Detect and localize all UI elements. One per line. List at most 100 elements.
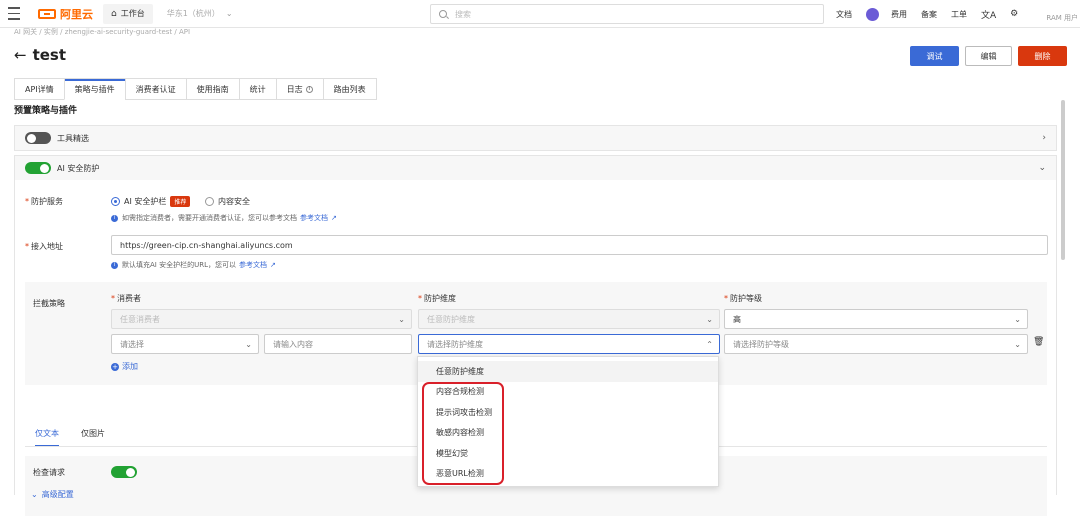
dropdown-option[interactable]: 任意防护维度: [418, 361, 718, 382]
ai-security-panel-label: AI 安全防护: [57, 163, 100, 173]
info-icon: i: [111, 261, 118, 269]
delete-button[interactable]: 删除: [1018, 46, 1067, 66]
back-arrow-icon[interactable]: ←: [14, 46, 27, 64]
search-placeholder: 搜索: [455, 9, 471, 19]
radio-content-security[interactable]: 内容安全: [205, 196, 250, 207]
account-type: RAM 用户: [1046, 14, 1078, 22]
breadcrumb[interactable]: AI 网关 / 实例 / zhengjie-ai-security-guard-…: [14, 27, 190, 37]
tab-usage-guide[interactable]: 使用指南: [185, 78, 239, 100]
workbench-button[interactable]: ⌂ 工作台: [103, 3, 153, 24]
default-level-select[interactable]: 高 ⌄: [724, 309, 1028, 329]
tools-panel-header[interactable]: 工具精选 ›: [15, 126, 1056, 150]
nav-docs[interactable]: 文档: [836, 9, 852, 20]
tools-panel: 工具精选 ›: [14, 125, 1057, 151]
debug-button[interactable]: 调试: [910, 46, 959, 66]
required-mark: *: [25, 197, 29, 206]
radio-ai-guardrail-label: AI 安全护栏: [124, 197, 167, 206]
section-title: 预置策略与插件: [14, 106, 78, 116]
chevron-down-icon: ⌄: [1014, 314, 1021, 324]
chevron-down-icon: ⌄: [225, 9, 233, 18]
account-menu[interactable]: RAM 用户: [1020, 3, 1080, 25]
edit-button[interactable]: 编辑: [965, 46, 1012, 66]
workbench-label: 工作台: [120, 9, 145, 18]
add-rule-label: 添加: [122, 362, 138, 371]
consumer-content-input[interactable]: 请输入内容: [264, 334, 412, 354]
interception-label: 拦截策略: [33, 299, 65, 308]
tab-policies-plugins[interactable]: 策略与插件: [63, 78, 125, 100]
top-nav: 文档 费用 备案 工单 文A ⚙: [836, 0, 1032, 28]
column-level: * 防护等级: [724, 293, 762, 304]
required-mark: *: [25, 242, 29, 251]
default-dimension-value: 任意防护维度: [427, 314, 475, 324]
tab-logs[interactable]: 日志 i: [275, 78, 323, 100]
advanced-config-label: 高级配置: [41, 490, 74, 499]
content-type-tabs: 仅文本 仅图片: [35, 428, 127, 447]
aliyun-logo-icon: [38, 8, 56, 19]
default-consumer-value: 任意消费者: [120, 314, 160, 324]
consumer-select-placeholder: 请选择: [120, 339, 144, 349]
recommended-badge: 推荐: [170, 196, 191, 207]
protection-service-label: * 防护服务: [25, 196, 63, 207]
nav-ticket[interactable]: 工单: [951, 9, 967, 20]
chevron-down-icon: ⌄: [31, 490, 38, 499]
tab-route-list[interactable]: 路由列表: [322, 78, 377, 100]
default-level-value: 高: [733, 314, 741, 324]
assistant-icon[interactable]: [866, 7, 879, 21]
translate-icon[interactable]: 文A: [981, 8, 996, 21]
endpoint-doc-link[interactable]: 参考文档: [239, 260, 267, 270]
endpoint-hint-text: 默认填充AI 安全护栏的URL，您可以: [122, 261, 236, 269]
column-dimension-text: 防护维度: [424, 294, 456, 303]
ai-security-panel-header[interactable]: AI 安全防护 ⌄: [15, 156, 1056, 180]
add-rule-button[interactable]: + 添加: [111, 361, 138, 372]
region-selector[interactable]: 华东1（杭州） ⌄: [167, 8, 233, 19]
external-link-icon: ↗: [331, 214, 337, 222]
default-consumer-select: 任意消费者 ⌄: [111, 309, 412, 329]
region-label: 华东1（杭州）: [166, 9, 220, 18]
scrollbar[interactable]: [1061, 100, 1065, 260]
chevron-down-icon: ⌄: [398, 314, 405, 324]
tab-api-details[interactable]: API详情: [14, 78, 64, 100]
endpoint-input[interactable]: https://green-cip.cn-shanghai.aliyuncs.c…: [111, 235, 1048, 255]
tab-statistics[interactable]: 统计: [238, 78, 276, 100]
info-icon: i: [305, 85, 313, 93]
endpoint-label-text: 接入地址: [31, 242, 63, 251]
protection-service-label-text: 防护服务: [31, 197, 63, 206]
column-level-text: 防护等级: [730, 294, 762, 303]
nav-filing[interactable]: 备案: [921, 9, 937, 20]
chevron-down-icon: ⌄: [706, 314, 713, 324]
chevron-down-icon: ⌄: [245, 339, 252, 349]
dimension-select-placeholder: 请选择防护维度: [427, 339, 483, 349]
level-select-placeholder: 请选择防护等级: [733, 339, 789, 349]
tools-panel-label: 工具精选: [57, 133, 89, 143]
tools-toggle[interactable]: [25, 132, 51, 144]
api-tabs: API详情 策略与插件 消费者认证 使用指南 统计 日志 i 路由列表: [14, 78, 377, 100]
protection-service-hint: i 如需指定消费者，需要开通消费者认证，您可以参考文档 参考文档 ↗: [111, 213, 337, 223]
level-select[interactable]: 请选择防护等级 ⌄: [724, 334, 1028, 354]
brand-logo[interactable]: 阿里云: [38, 6, 93, 22]
chevron-right-icon: ›: [1042, 133, 1046, 143]
column-consumer: * 消费者: [111, 293, 141, 304]
advanced-config-toggle[interactable]: ⌄ 高级配置: [31, 489, 74, 500]
nav-billing[interactable]: 费用: [891, 9, 907, 20]
radio-ai-guardrail[interactable]: AI 安全护栏 推荐: [111, 196, 191, 207]
trash-icon[interactable]: 🗑: [1033, 337, 1044, 347]
check-request-toggle[interactable]: [111, 466, 137, 478]
column-consumer-text: 消费者: [117, 294, 141, 303]
home-icon: ⌂: [111, 8, 117, 19]
search-input[interactable]: 搜索: [430, 4, 824, 24]
tab-image-only[interactable]: 仅图片: [81, 428, 105, 447]
tab-text-only[interactable]: 仅文本: [35, 428, 59, 447]
protection-service-doc-link[interactable]: 参考文档: [300, 213, 328, 223]
chevron-down-icon: ⌄: [1038, 163, 1046, 173]
default-dimension-select: 任意防护维度 ⌄: [418, 309, 720, 329]
endpoint-hint: i 默认填充AI 安全护栏的URL，您可以 参考文档 ↗: [111, 260, 276, 270]
consumer-select[interactable]: 请选择 ⌄: [111, 334, 259, 354]
dimension-select[interactable]: 请选择防护维度 ⌃: [418, 334, 720, 354]
highlight-annotation: [422, 382, 504, 485]
page-title: test: [32, 46, 67, 64]
menu-icon[interactable]: [0, 0, 28, 28]
gear-icon[interactable]: ⚙: [1010, 9, 1018, 19]
tab-consumer-auth[interactable]: 消费者认证: [124, 78, 186, 100]
ai-security-toggle[interactable]: [25, 162, 51, 174]
consumer-content-placeholder: 请输入内容: [273, 339, 313, 349]
